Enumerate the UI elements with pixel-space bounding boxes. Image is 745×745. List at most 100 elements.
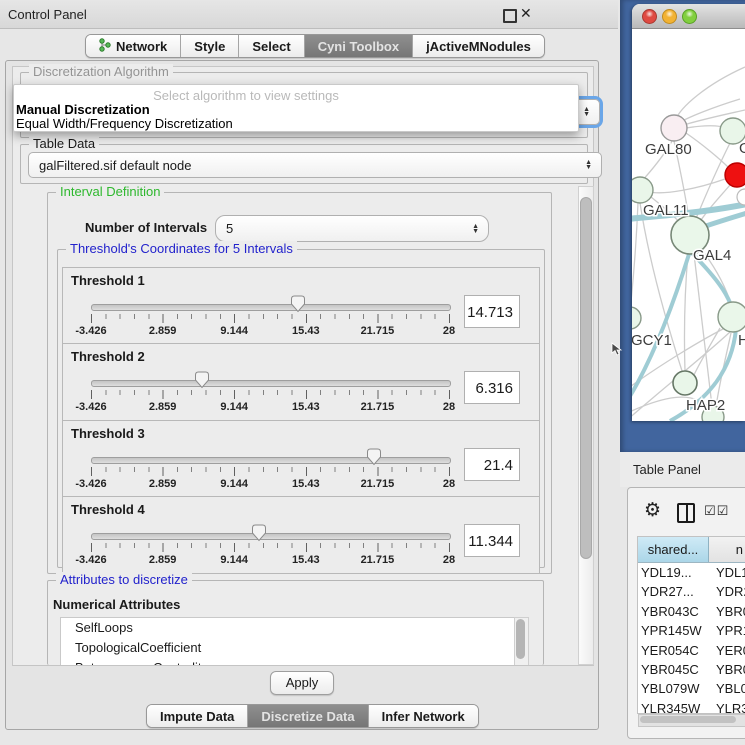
attributes-list-scrollbar[interactable] <box>514 617 529 666</box>
table-row[interactable]: YBL079WYBL0 <box>638 679 745 698</box>
threshold-3-value-field[interactable]: 21.4 <box>464 448 520 481</box>
slider-major-ticks <box>91 314 450 323</box>
list-item[interactable]: SelfLoops <box>61 618 515 638</box>
slider-major-ticks <box>91 543 450 552</box>
node-edge-partial[interactable] <box>737 189 745 205</box>
table-row[interactable]: YLR345WYLR3 <box>638 699 745 714</box>
node-selected-red[interactable] <box>725 163 745 187</box>
tab-cyni-toolbox-label: Cyni Toolbox <box>318 39 399 54</box>
network-icon <box>99 38 111 55</box>
num-intervals-label: Number of Intervals <box>85 220 207 235</box>
node-label-gcy1: GCY1 <box>632 332 672 349</box>
threshold-2-slider-thumb[interactable] <box>194 371 210 389</box>
dropdown-item-manual[interactable]: Manual Discretization <box>16 102 150 117</box>
table-data-group-label: Table Data <box>29 136 99 151</box>
table-row[interactable]: YPR145WYPR1 <box>638 621 745 640</box>
node-label-gal11: GAL11 <box>643 202 689 219</box>
threshold-3-slider-thumb[interactable] <box>366 448 382 466</box>
attributes-list[interactable]: SelfLoops TopologicalCoefficient Between… <box>60 617 516 666</box>
node-right[interactable] <box>718 302 745 332</box>
tab-impute-data[interactable]: Impute Data <box>147 705 248 727</box>
table-data-combobox[interactable]: galFiltered.sif default node ▲▼ <box>28 152 602 178</box>
tab-style[interactable]: Style <box>181 35 239 57</box>
apply-button[interactable]: Apply <box>270 671 334 695</box>
node-label-hap2: HAP2 <box>686 397 725 414</box>
node-label-partial-h: H <box>738 332 745 349</box>
table-row[interactable]: YDL19...YDL1 <box>638 563 745 582</box>
threshold-4-value-field[interactable]: 11.344 <box>464 524 520 557</box>
threshold-4-slider-thumb[interactable] <box>251 524 267 542</box>
tick-label: 15.43 <box>292 401 320 413</box>
num-intervals-combobox[interactable]: 5 ▲▼ <box>215 215 489 242</box>
table-row[interactable]: YER054CYER0 <box>638 641 745 660</box>
node-label-gal80: GAL80 <box>645 141 692 158</box>
threshold-2-value-field[interactable]: 6.316 <box>464 371 520 404</box>
tick-label: 28 <box>443 554 455 566</box>
tab-discretize-data[interactable]: Discretize Data <box>248 705 368 727</box>
threshold-1-value-field[interactable]: 14.713 <box>464 295 520 328</box>
tick-label: 2.859 <box>149 401 177 413</box>
threshold-4-slider[interactable] <box>91 533 451 540</box>
list-item[interactable]: TopologicalCoefficient <box>61 638 515 658</box>
tab-network[interactable]: Network <box>86 35 181 57</box>
threshold-2-slider[interactable] <box>91 380 451 387</box>
checkboxes-icon[interactable]: ☑☑ <box>704 503 729 519</box>
tick-label: 28 <box>443 401 455 413</box>
threshold-4-label: Threshold 4 <box>71 502 145 517</box>
algorithm-dropdown-popup: Select algorithm to view settings Manual… <box>13 84 579 132</box>
algorithm-group-label: Discretization Algorithm <box>29 64 173 79</box>
close-icon[interactable]: ✕ <box>520 5 532 22</box>
close-traffic-light[interactable] <box>642 9 657 24</box>
tick-label: -3.426 <box>75 401 106 413</box>
table-row[interactable]: YBR043CYBR0 <box>638 602 745 621</box>
tick-label: 15.43 <box>292 325 320 337</box>
tab-select[interactable]: Select <box>239 35 304 57</box>
tab-infer-network[interactable]: Infer Network <box>369 705 478 727</box>
float-window-icon[interactable] <box>503 9 517 23</box>
tick-label: 9.144 <box>220 401 248 413</box>
tab-select-label: Select <box>252 39 290 54</box>
node-hap2[interactable] <box>673 371 697 395</box>
node-gal11[interactable] <box>632 177 653 203</box>
table-data-selected: galFiltered.sif default node <box>39 158 191 173</box>
top-tab-bar: Network Style Select Cyni Toolbox jActiv… <box>85 34 545 58</box>
tick-label: 28 <box>443 478 455 490</box>
threshold-1-label: Threshold 1 <box>71 273 145 288</box>
slider-major-ticks <box>91 467 450 476</box>
tab-jactivemnodules[interactable]: jActiveMNodules <box>413 35 544 57</box>
interval-definition-label: Interval Definition <box>56 184 164 199</box>
threshold-1-slider[interactable] <box>91 304 451 311</box>
dropdown-item-equal-width[interactable]: Equal Width/Frequency Discretization <box>16 116 233 131</box>
attributes-group-label: Attributes to discretize <box>56 572 192 587</box>
gear-icon[interactable]: ⚙ <box>644 499 661 522</box>
node-table: shared... n YDL19...YDL1 YDR27...YDR2 YB… <box>637 536 745 714</box>
node-gal80[interactable] <box>661 115 687 141</box>
threshold-3-slider[interactable] <box>91 457 451 464</box>
table-row[interactable]: YBR045CYBR0 <box>638 660 745 679</box>
zoom-traffic-light[interactable] <box>682 9 697 24</box>
network-canvas[interactable]: GAL80 G GAL11 GAL4 GCY1 H HAP2 <box>632 29 745 421</box>
tab-discretize-data-label: Discretize Data <box>261 709 354 724</box>
tick-label: 21.715 <box>361 325 395 337</box>
tick-label: 9.144 <box>220 478 248 490</box>
tick-label: 9.144 <box>220 554 248 566</box>
threshold-1-slider-thumb[interactable] <box>290 295 306 313</box>
tick-label: 21.715 <box>361 478 395 490</box>
tab-impute-data-label: Impute Data <box>160 709 234 724</box>
minimize-traffic-light[interactable] <box>662 9 677 24</box>
split-columns-icon[interactable] <box>677 503 695 523</box>
combo-arrows-icon: ▲▼ <box>472 224 479 234</box>
column-header-name[interactable]: n <box>709 537 745 562</box>
table-row[interactable]: YDR27...YDR2 <box>638 582 745 601</box>
dropdown-hint: Select algorithm to view settings <box>14 88 578 103</box>
tick-label: 21.715 <box>361 401 395 413</box>
node-gcy1[interactable] <box>632 307 641 329</box>
column-header-shared-name[interactable]: shared... <box>638 537 709 562</box>
tab-cyni-toolbox[interactable]: Cyni Toolbox <box>305 35 413 57</box>
network-window-titlebar <box>632 4 745 29</box>
tick-label: -3.426 <box>75 325 106 337</box>
node-label-gal4: GAL4 <box>693 247 731 264</box>
tick-label: 2.859 <box>149 478 177 490</box>
panel-vertical-scrollbar[interactable] <box>578 186 594 665</box>
table-horizontal-scrollbar[interactable] <box>638 714 745 727</box>
